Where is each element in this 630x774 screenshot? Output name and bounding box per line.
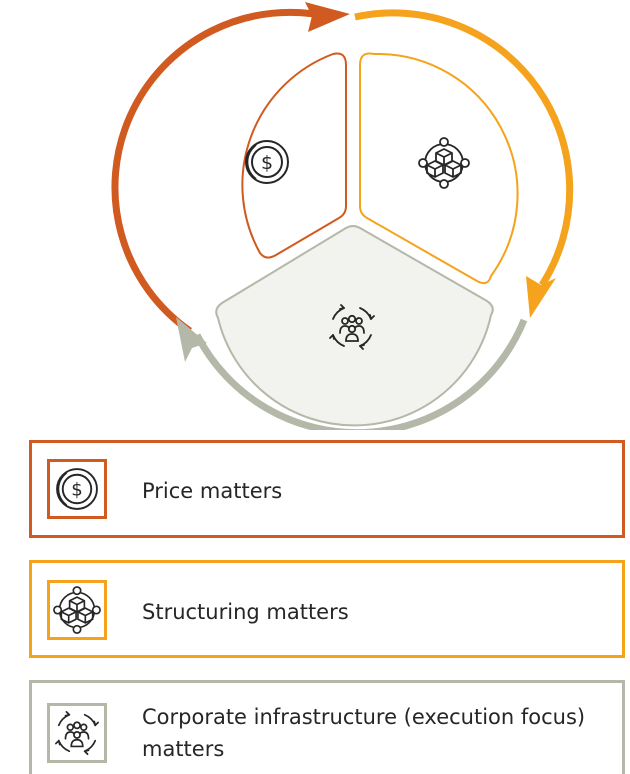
legend-icon-box (47, 703, 107, 763)
legend-item-price: Price matters (29, 440, 625, 538)
dollar-coin-icon (56, 468, 98, 510)
price-arrowhead-icon (305, 2, 350, 32)
legend-item-structuring: Structuring matters (29, 560, 625, 658)
legend-label: Corporate infrastructure (execution focu… (142, 705, 586, 761)
infrastructure-arrowhead-icon (176, 317, 207, 362)
legend-icon-box (47, 459, 107, 519)
cycle-diagram: $ (111, 2, 574, 430)
segment-price (241, 52, 347, 259)
legend-icon-box (47, 580, 107, 640)
legend-label: Structuring matters (142, 600, 349, 624)
blockchain-cubes-icon (53, 586, 101, 634)
legend-item-infrastructure: Corporate infrastructure (execution focu… (29, 680, 625, 774)
dollar-coin-icon (245, 140, 289, 184)
team-cycle-icon (55, 711, 99, 755)
legend-label: Price matters (142, 479, 283, 503)
